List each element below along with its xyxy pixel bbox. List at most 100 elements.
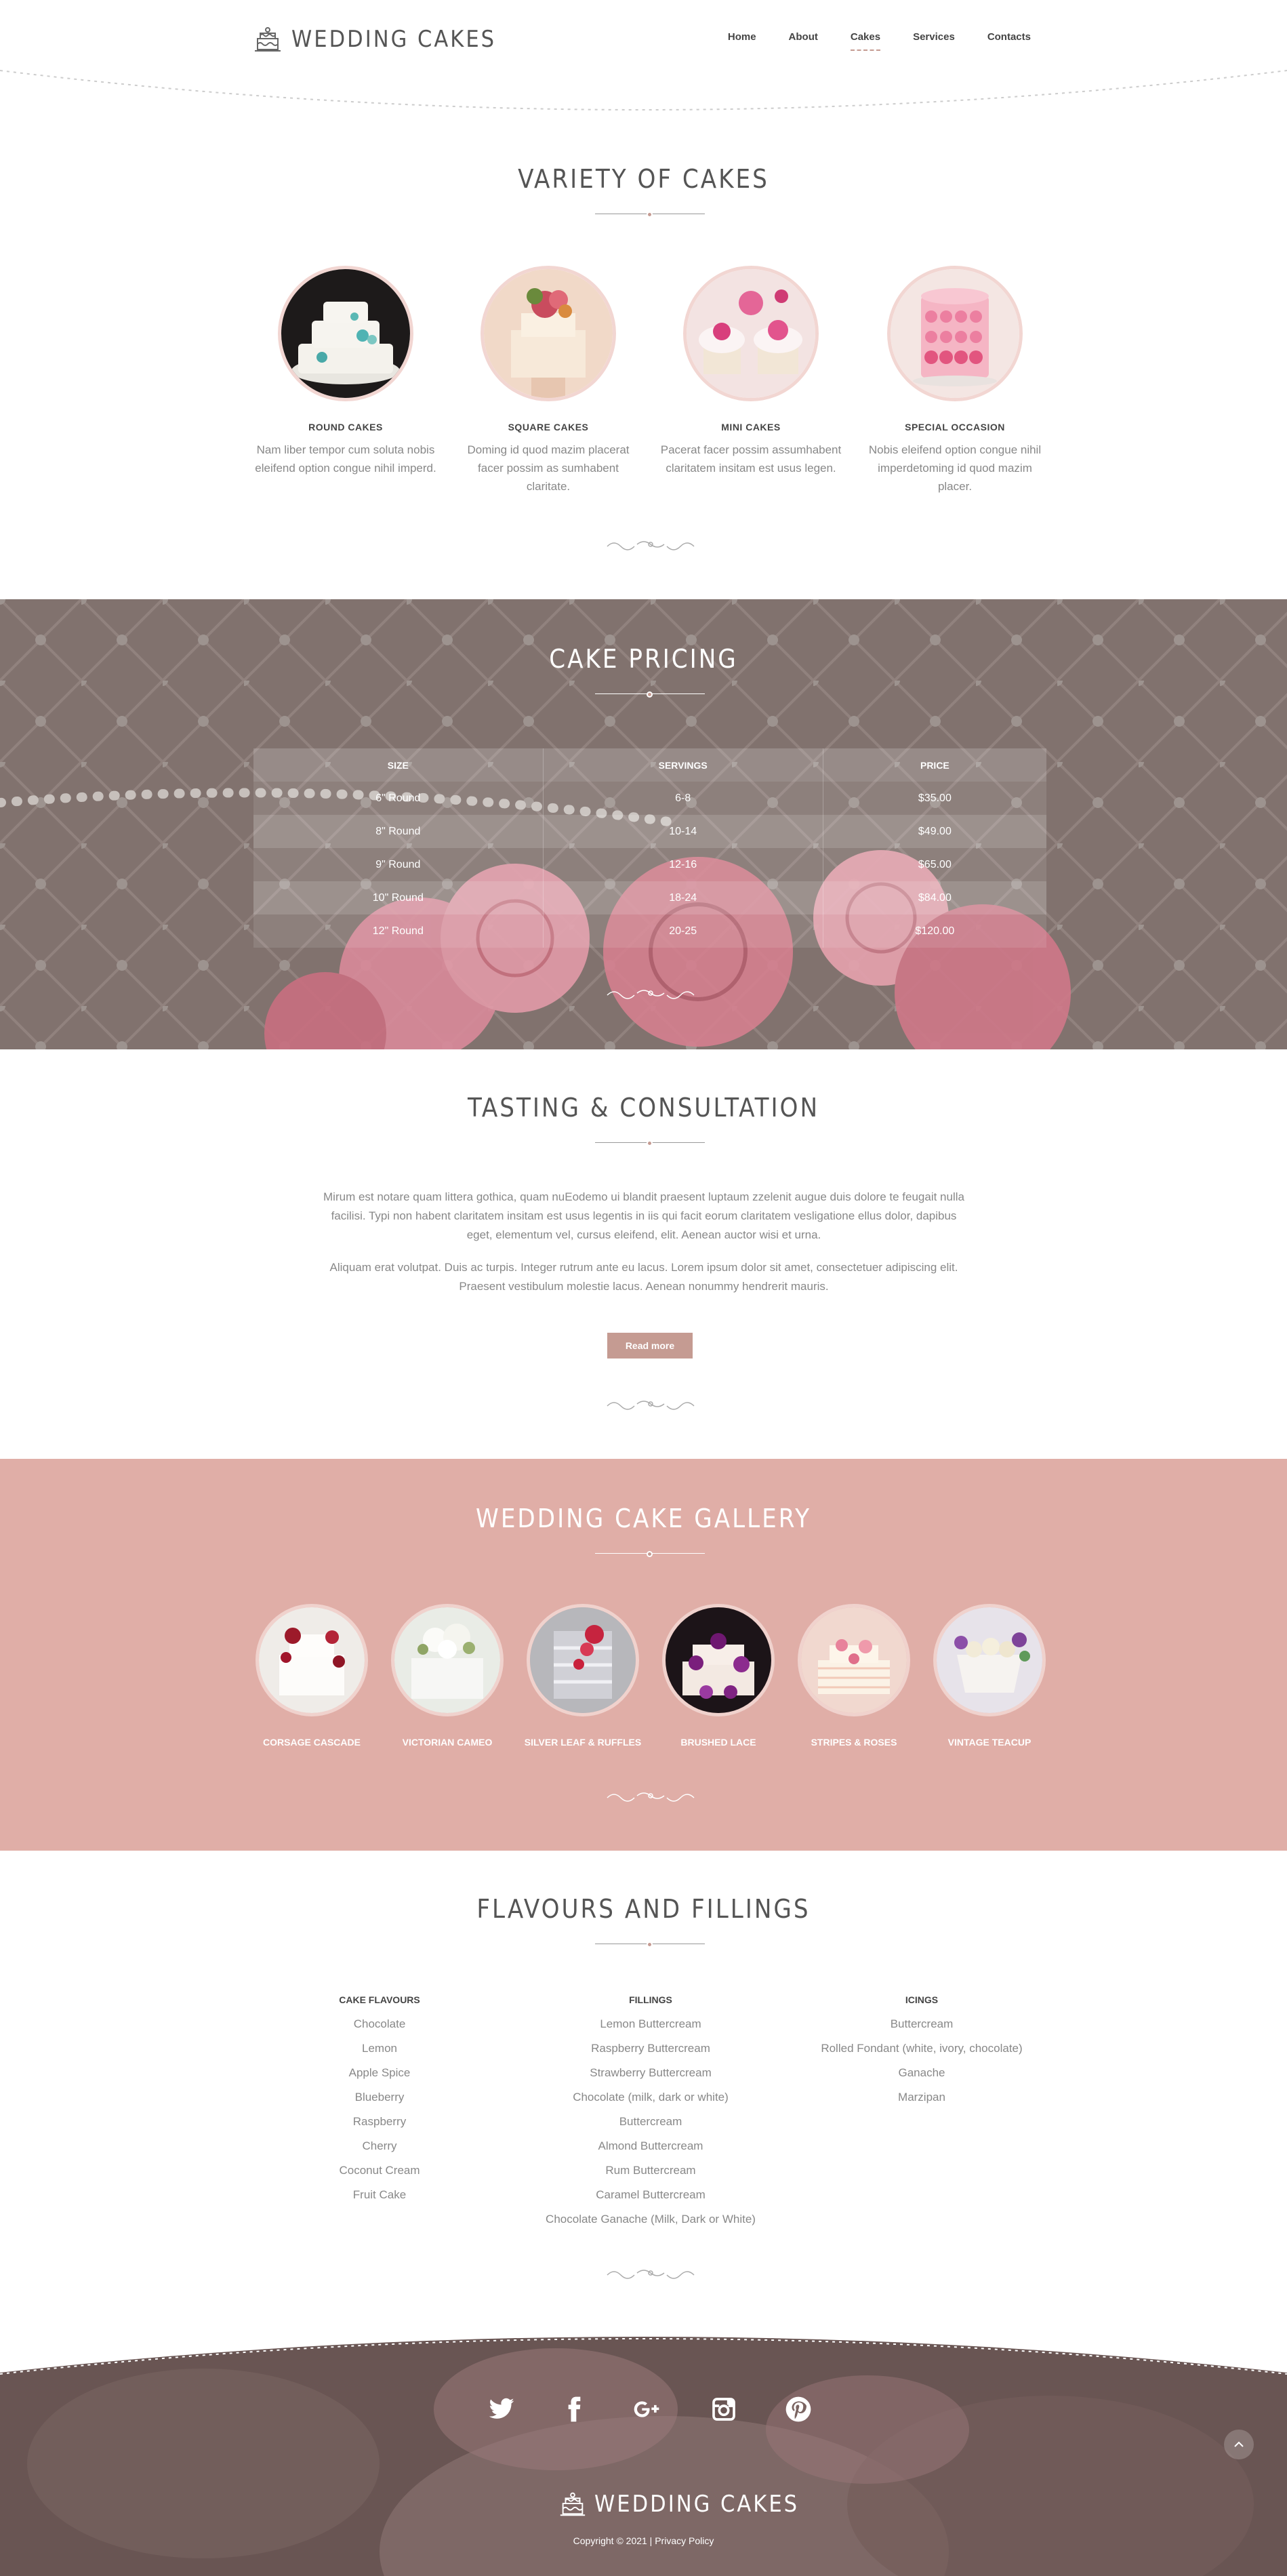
cake-logo-icon [560, 2492, 586, 2516]
pinterest-icon [785, 2396, 811, 2422]
card-title: SQUARE CAKES [508, 422, 589, 432]
twitter-icon [489, 2398, 514, 2419]
list-item: Lemon [362, 2042, 397, 2055]
variety-card-mini[interactable]: MINI CAKES Pacerat facer possim assumhab… [659, 266, 842, 477]
title-divider [595, 1941, 705, 1948]
list-item: Marzipan [898, 2091, 945, 2104]
list-item: Coconut Cream [339, 2164, 420, 2177]
table-row: 10" Round 18-24 $84.00 [253, 881, 1046, 914]
list-item: Chocolate [353, 2017, 406, 2030]
nav-services[interactable]: Services [897, 31, 971, 43]
google-plus-icon [634, 2401, 659, 2417]
gallery-image[interactable] [662, 1604, 775, 1716]
table-cell: $120.00 [823, 914, 1046, 948]
column-heading: CAKE FLAVOURS [339, 1994, 420, 2005]
footer-brand-logo[interactable]: WEDDING CAKES [558, 2489, 799, 2519]
table-row: 6" Round 6-8 $35.00 [253, 782, 1046, 815]
header-wave-divider [0, 70, 1287, 110]
instagram-link[interactable] [705, 2390, 743, 2428]
column-heading: ICINGS [905, 1994, 939, 2005]
table-cell: 10" Round [253, 881, 544, 914]
card-text: Nam liber tempor cum soluta nobis eleife… [255, 443, 436, 475]
pinterest-link[interactable] [779, 2390, 817, 2428]
gallery-title: WEDDING CAKE GALLERY [476, 1504, 811, 1533]
variety-card-special[interactable]: SPECIAL OCCASION Nobis eleifend option c… [863, 266, 1046, 496]
column-header-price: PRICE [823, 748, 1046, 782]
brand-name: WEDDING CAKES [291, 26, 497, 53]
ornament-divider [607, 1792, 695, 1802]
ornament-divider [607, 2270, 695, 2279]
list-item: Ganache [898, 2066, 945, 2079]
gallery-item-corsage-cascade[interactable]: CORSAGE CASCADE [244, 1604, 380, 1748]
ornament-divider [607, 990, 695, 999]
variety-card-square[interactable]: SQUARE CAKES Doming id quod mazim placer… [457, 266, 640, 496]
gallery-item-stripes-roses[interactable]: STRIPES & ROSES [786, 1604, 922, 1748]
table-cell: 9" Round [253, 848, 544, 881]
card-title: MINI CAKES [721, 422, 781, 432]
list-item: Caramel Buttercream [596, 2188, 706, 2201]
flavours-column-icings: ICINGS Buttercream Rolled Fondant (white… [779, 1993, 1064, 2115]
site-header: WEDDING CAKES Home About Cakes Services … [0, 0, 1287, 122]
nav-cakes[interactable]: Cakes [834, 31, 897, 51]
footer-brand-name: WEDDING CAKES [594, 2491, 800, 2518]
title-divider [595, 212, 705, 218]
google-plus-link[interactable] [628, 2390, 666, 2428]
title-divider [595, 1551, 705, 1557]
read-more-button[interactable]: Read more [607, 1333, 693, 1359]
flavours-column-cake: CAKE FLAVOURS Chocolate Lemon Apple Spic… [237, 1993, 522, 2213]
table-row: 8" Round 10-14 $49.00 [253, 815, 1046, 848]
list-item: Almond Buttercream [598, 2139, 703, 2152]
table-cell: 8" Round [253, 815, 544, 848]
facebook-link[interactable] [555, 2390, 593, 2428]
list-item: Blueberry [354, 2091, 405, 2104]
variety-card-round[interactable]: ROUND CAKES Nam liber tempor cum soluta … [254, 266, 437, 477]
gallery-item-vintage-teacup[interactable]: VINTAGE TEACUP [922, 1604, 1057, 1748]
mini-cake-image[interactable] [683, 266, 819, 401]
nav-contacts[interactable]: Contacts [971, 31, 1047, 43]
cake-logo-icon [255, 27, 281, 52]
gallery-image[interactable] [391, 1604, 504, 1716]
gallery-image[interactable] [527, 1604, 639, 1716]
list-item: Apple Spice [348, 2066, 411, 2079]
table-cell: 20-25 [543, 914, 823, 948]
brand-logo[interactable]: WEDDING CAKES [252, 20, 496, 58]
column-header-servings: SERVINGS [543, 748, 823, 782]
tasting-title: TASTING & CONSULTATION [467, 1093, 820, 1123]
nav-about[interactable]: About [773, 31, 834, 43]
ornament-divider [607, 1401, 695, 1410]
square-cake-image[interactable] [481, 266, 616, 401]
table-cell: 18-24 [543, 881, 823, 914]
special-cake-image[interactable] [887, 266, 1023, 401]
list-item: Buttercream [890, 2017, 954, 2030]
card-title: ROUND CAKES [308, 422, 383, 432]
scroll-to-top-button[interactable] [1224, 2430, 1254, 2459]
gallery-image[interactable] [256, 1604, 368, 1716]
instagram-icon [712, 2398, 735, 2421]
gallery-item-brushed-lace[interactable]: BRUSHED LACE [651, 1604, 786, 1748]
gallery-label: STRIPES & ROSES [811, 1737, 897, 1748]
gallery-image[interactable] [798, 1604, 910, 1716]
round-cake-image[interactable] [278, 266, 413, 401]
list-item: Chocolate Ganache (Milk, Dark or White) [546, 2213, 756, 2226]
gallery-label: BRUSHED LACE [680, 1737, 756, 1748]
copyright-text[interactable]: Copyright © 2021 | Privacy Policy [0, 2535, 1287, 2546]
card-text: Pacerat facer possim assumhabent clarita… [660, 443, 842, 475]
gallery-item-victorian-cameo[interactable]: VICTORIAN CAMEO [380, 1604, 515, 1748]
table-cell: 10-14 [543, 815, 823, 848]
nav-home[interactable]: Home [712, 31, 773, 43]
twitter-link[interactable] [483, 2390, 520, 2428]
table-cell: $49.00 [823, 815, 1046, 848]
gallery-label: SILVER LEAF & RUFFLES [524, 1737, 642, 1748]
ornament-divider [607, 541, 695, 550]
list-item: Buttercream [619, 2115, 682, 2128]
gallery-image[interactable] [933, 1604, 1046, 1716]
flavours-column-fillings: FILLINGS Lemon Buttercream Raspberry But… [508, 1993, 793, 2237]
tasting-paragraph-2: Aliquam erat volutpat. Duis ac turpis. I… [329, 1261, 958, 1293]
list-item: Cherry [362, 2139, 397, 2152]
list-item: Strawberry Buttercream [590, 2066, 712, 2079]
gallery-item-silver-leaf-ruffles[interactable]: SILVER LEAF & RUFFLES [515, 1604, 651, 1748]
flavours-title: FLAVOURS AND FILLINGS [476, 1894, 811, 1924]
table-cell: 6-8 [543, 782, 823, 815]
table-cell: 12" Round [253, 914, 544, 948]
facebook-icon [568, 2396, 581, 2422]
